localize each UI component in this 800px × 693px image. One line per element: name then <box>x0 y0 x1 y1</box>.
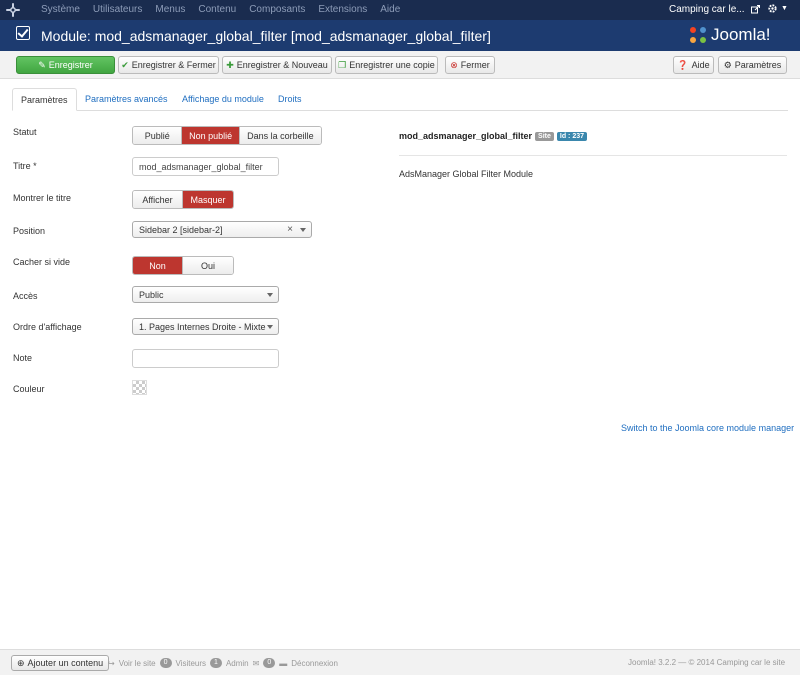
status-label: Statut <box>13 127 37 137</box>
access-label: Accès <box>13 291 38 301</box>
status-unpublished[interactable]: Non publié <box>182 127 240 144</box>
brand-name: Joomla! <box>711 25 771 44</box>
color-label: Couleur <box>13 384 45 394</box>
admin-label: Admin <box>225 658 249 668</box>
visitors-count: 0 <box>159 658 172 668</box>
hide-empty-toggle: Non Oui <box>132 256 234 275</box>
joomla-icon[interactable] <box>6 3 20 17</box>
settings-menu[interactable]: ▼ <box>767 3 788 14</box>
menu-item-content[interactable]: Contenu <box>198 4 236 15</box>
external-link-icon <box>750 5 760 14</box>
question-icon: ❓ <box>677 59 689 70</box>
tab-parameters[interactable]: Paramètres <box>12 88 77 111</box>
add-content-button[interactable]: ⊕ Ajouter un contenu <box>11 655 110 671</box>
hide-empty-yes[interactable]: Oui <box>183 257 233 274</box>
save-copy-button[interactable]: ❐ Enregistrer une copie <box>335 56 438 74</box>
status-items: ↪ Voir le site 0 Visiteurs 1 Admin ✉ 0 ▬… <box>108 658 338 668</box>
hide-empty-label: Cacher si vide <box>13 257 71 267</box>
position-value: Sidebar 2 [sidebar-2] <box>139 224 223 235</box>
module-description: AdsManager Global Filter Module <box>399 169 534 179</box>
ordering-label: Ordre d'affichage <box>13 322 82 332</box>
page-bottom <box>0 675 800 693</box>
status-published[interactable]: Publié <box>133 127 183 144</box>
chevron-down-icon <box>300 228 306 232</box>
divider <box>399 155 787 156</box>
site-name: Camping car le... <box>669 4 745 15</box>
page-title: Module: mod_adsmanager_global_filter [mo… <box>41 28 491 44</box>
menu-item-extensions[interactable]: Extensions <box>318 4 367 15</box>
id-badge: Id : 237 <box>556 131 588 141</box>
show-title-show[interactable]: Afficher <box>133 191 184 208</box>
menu-item-system[interactable]: Système <box>41 4 80 15</box>
check-icon: ✔ <box>121 59 129 70</box>
clear-icon[interactable]: × <box>287 224 293 235</box>
minus-icon: ▬ <box>279 658 288 668</box>
status-bar: ⊕ Ajouter un contenu ↪ Voir le site 0 Vi… <box>0 649 800 675</box>
show-title-hide[interactable]: Masquer <box>183 191 233 208</box>
joomla-logo-icon <box>690 27 706 43</box>
save-new-button[interactable]: ✚ Enregistrer & Nouveau <box>222 56 332 74</box>
access-select[interactable]: Public <box>132 286 279 303</box>
checkbox-icon <box>16 26 30 40</box>
page-header: Module: mod_adsmanager_global_filter [mo… <box>0 20 800 51</box>
chevron-down-icon: ▼ <box>781 5 788 12</box>
options-button[interactable]: ⚙ Paramètres <box>718 56 787 74</box>
view-site-link[interactable]: Voir le site <box>119 659 156 668</box>
menu-item-help[interactable]: Aide <box>380 4 400 15</box>
title-input[interactable]: mod_adsmanager_global_filter <box>132 157 279 176</box>
gear-icon <box>768 4 777 13</box>
toolbar: ✎ Enregistrer ✔ Enregistrer & Fermer ✚ E… <box>0 51 800 79</box>
position-label: Position <box>13 226 46 236</box>
edit-icon: ✎ <box>38 59 46 70</box>
chevron-down-icon <box>267 325 273 329</box>
tab-permissions[interactable]: Droits <box>278 88 302 111</box>
site-link[interactable]: Camping car le... <box>669 4 760 15</box>
position-select[interactable]: Sidebar 2 [sidebar-2] × <box>132 221 312 238</box>
gear-icon: ⚙ <box>723 59 732 70</box>
joomla-logo: Joomla! <box>688 25 771 45</box>
envelope-icon[interactable]: ✉ <box>253 659 260 668</box>
close-button[interactable]: ⊗ Fermer <box>445 56 495 74</box>
switch-core-manager-link[interactable]: Switch to the Joomla core module manager <box>621 423 794 433</box>
tab-bar: Paramètres Paramètres avancés Affichage … <box>12 88 788 111</box>
admin-count: 1 <box>210 658 222 668</box>
tab-advanced[interactable]: Paramètres avancés <box>85 88 168 111</box>
plus-circle-icon: ⊕ <box>17 657 25 668</box>
chevron-down-icon <box>267 293 273 297</box>
site-badge: Site <box>535 131 554 141</box>
show-title-label: Montrer le titre <box>13 193 72 203</box>
color-picker[interactable] <box>132 380 147 395</box>
menu-item-menus[interactable]: Menus <box>155 4 185 15</box>
help-button[interactable]: ❓ Aide <box>673 56 714 74</box>
show-title-toggle: Afficher Masquer <box>132 190 234 209</box>
main-menu: Système Utilisateurs Menus Contenu Compo… <box>41 4 400 15</box>
module-info: mod_adsmanager_global_filter Site Id : 2… <box>399 131 588 141</box>
status-toggle: Publié Non publié Dans la corbeille <box>132 126 322 145</box>
logout-link[interactable]: Déconnexion <box>291 659 338 668</box>
note-input[interactable] <box>132 349 279 368</box>
save-close-button[interactable]: ✔ Enregistrer & Fermer <box>118 56 219 74</box>
copy-icon: ❐ <box>338 59 347 70</box>
save-button[interactable]: ✎ Enregistrer <box>16 56 115 74</box>
note-label: Note <box>13 353 33 363</box>
copyright: Joomla! 3.2.2 — © 2014 Camping car le si… <box>628 658 786 667</box>
tab-menu-assignment[interactable]: Affichage du module <box>182 88 264 111</box>
visitors-label: Visiteurs <box>175 658 207 668</box>
messages-count: 0 <box>263 658 276 668</box>
module-name: mod_adsmanager_global_filter <box>399 131 533 141</box>
menu-item-users[interactable]: Utilisateurs <box>93 4 142 15</box>
status-trashed[interactable]: Dans la corbeille <box>239 127 321 144</box>
share-icon: ↪ <box>108 658 115 668</box>
access-value: Public <box>139 289 164 300</box>
plus-icon: ✚ <box>226 59 234 70</box>
top-navbar: Système Utilisateurs Menus Contenu Compo… <box>0 0 800 20</box>
menu-item-components[interactable]: Composants <box>249 4 305 15</box>
hide-empty-no[interactable]: Non <box>133 257 184 274</box>
title-label: Titre * <box>13 161 37 171</box>
ordering-select[interactable]: 1. Pages Internes Droite - Mixte <box>132 318 279 335</box>
ordering-value: 1. Pages Internes Droite - Mixte <box>139 321 266 332</box>
close-circle-icon: ⊗ <box>450 59 458 70</box>
